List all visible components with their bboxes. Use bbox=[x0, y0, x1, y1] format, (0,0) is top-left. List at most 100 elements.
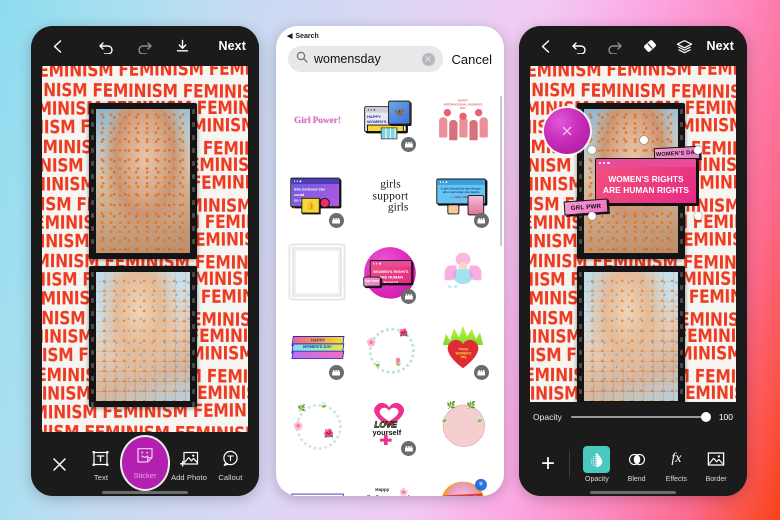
sticker-item-raised-fists[interactable]: HAPPY INTERNATIONAL WOMEN'S DAY bbox=[427, 84, 498, 156]
next-button[interactable]: Next bbox=[707, 39, 735, 53]
home-indicator bbox=[102, 491, 188, 494]
sprocket-hole bbox=[191, 272, 196, 277]
sticker-artwork: ≋ ≋ bbox=[442, 251, 482, 293]
undo-icon[interactable] bbox=[567, 33, 593, 59]
sticker-item-womens-day-window[interactable]: HAPPYWOMEN'S DAY #IWD 🦋 bbox=[355, 84, 426, 156]
sticker-crown-badge bbox=[401, 137, 417, 152]
sticker-item-shedidthat[interactable]: #SheDidThat bbox=[282, 464, 353, 496]
sticker-artwork: Girl Power! bbox=[293, 114, 341, 126]
tool-effects[interactable]: fx Effects bbox=[658, 446, 696, 483]
add-sticker-button[interactable]: + bbox=[531, 447, 565, 481]
sprocket-hole bbox=[90, 402, 95, 407]
undo-icon[interactable] bbox=[93, 33, 119, 59]
next-button[interactable]: Next bbox=[219, 39, 247, 53]
resize-handle-top-left[interactable] bbox=[588, 146, 596, 154]
opacity-slider[interactable] bbox=[570, 412, 711, 422]
sprocket-hole bbox=[578, 285, 583, 290]
sticker-item-floral-wreath-1[interactable]: 🌸 🌺 🌷 🍃 bbox=[355, 312, 426, 384]
sprocket-hole bbox=[578, 363, 583, 368]
divider bbox=[569, 451, 570, 477]
sticker-item-flaming-heart[interactable]: happy WOMEN'S day bbox=[427, 312, 498, 384]
tool-add-photo[interactable]: Add Photo bbox=[168, 446, 209, 482]
tool-opacity[interactable]: Opacity bbox=[578, 445, 616, 483]
resize-handle-bottom-right[interactable] bbox=[694, 212, 702, 220]
collage-canvas[interactable]: FEMINISM FEMINISM FEMINISM FEMINISM FEMI… bbox=[519, 66, 747, 402]
collage-canvas[interactable]: FEMINISM FEMINISM FEMINISM FEMINISM FEMI… bbox=[31, 66, 259, 432]
search-input[interactable]: womensday ✕ bbox=[288, 46, 443, 72]
resize-handle-bottom-left[interactable] bbox=[588, 212, 596, 220]
sticker-item-girls-support-girls[interactable]: girls support girls bbox=[355, 160, 426, 232]
scrollbar[interactable] bbox=[499, 96, 502, 246]
editor-topbar: Next bbox=[519, 26, 747, 66]
sticker-artwork: She believed she couldso she did 👍 ✦ bbox=[290, 176, 344, 216]
tool-callout[interactable]: Callout bbox=[210, 446, 251, 482]
back-icon[interactable] bbox=[532, 33, 558, 59]
photo-image-bottom bbox=[584, 272, 678, 401]
tool-label: Border bbox=[705, 475, 727, 483]
sticker-item-girl-power[interactable]: Girl Power! bbox=[282, 84, 353, 156]
sprocket-hole bbox=[679, 311, 684, 316]
phone-editor-collage: Next FEMINISM FEMINISM FEMINISM FEMINISM… bbox=[31, 26, 259, 496]
border-icon bbox=[703, 446, 730, 473]
sticker-artwork: Happy Women's 🌸 🌿 bbox=[366, 487, 414, 496]
sticker-item-pink-circle-leaves[interactable]: 🌿 🌿 🍃 🍃 bbox=[427, 388, 498, 460]
sticker-item-international-womens[interactable]: InternationalWomen's ✳ bbox=[427, 464, 498, 496]
sticker-artwork: LOVE yourself bbox=[367, 402, 413, 446]
collage-photo-bottom[interactable] bbox=[89, 266, 197, 407]
cancel-button[interactable]: Cancel bbox=[452, 52, 492, 67]
collage-photo-bottom[interactable] bbox=[577, 266, 685, 402]
sticker-artwork bbox=[288, 243, 346, 301]
tool-border[interactable]: Border bbox=[697, 446, 735, 483]
sticker-item-womens-day-rainbow[interactable]: HAPPY WOMEN'S DAY bbox=[282, 312, 353, 384]
sprocket-hole bbox=[191, 187, 196, 192]
tool-blend[interactable]: Blend bbox=[618, 446, 656, 483]
editor-topbar: Next bbox=[31, 26, 259, 66]
sprocket-hole bbox=[191, 148, 196, 153]
tool-label: Add Photo bbox=[171, 473, 207, 482]
clear-icon[interactable]: ✕ bbox=[421, 52, 435, 66]
sprocket-hole bbox=[679, 135, 684, 140]
sprocket-hole bbox=[679, 239, 684, 244]
status-back-link[interactable]: ◀ Search bbox=[287, 33, 493, 40]
sprocket-hole bbox=[90, 324, 95, 329]
placed-sticker-window[interactable]: WOMEN'S RIGHTS ARE HUMAN RIGHTS bbox=[595, 158, 697, 204]
home-indicator bbox=[590, 491, 676, 494]
tool-sticker[interactable]: Sticker bbox=[121, 437, 169, 489]
sprocket-hole bbox=[578, 187, 583, 192]
sticker-artwork: HAPPYWOMEN'S DAY #IWD 🦋 bbox=[364, 100, 416, 140]
sticker-item-lace-frame[interactable] bbox=[282, 236, 353, 308]
sprocket-hole bbox=[90, 122, 95, 127]
sprocket-hole bbox=[191, 135, 196, 140]
sticker-window-titlebar bbox=[596, 159, 696, 167]
download-icon[interactable] bbox=[169, 33, 195, 59]
sticker-title-line1: WOMEN'S RIGHTS bbox=[608, 174, 684, 184]
sticker-crown-badge bbox=[473, 365, 489, 380]
sticker-item-womens-rights-are-human-rights[interactable]: WOMEN'S RIGHTS ARE HUMAN RIGHTS GRL PWR bbox=[355, 236, 426, 308]
redo-icon[interactable] bbox=[131, 33, 157, 59]
sticker-item-she-believed[interactable]: She believed she couldso she did 👍 ✦ bbox=[282, 160, 353, 232]
sticker-crown-badge bbox=[401, 289, 417, 304]
sticker-item-happy-womens[interactable]: Happy Women's 🌸 🌿 bbox=[355, 464, 426, 496]
rotate-handle[interactable] bbox=[640, 136, 648, 144]
layers-icon[interactable] bbox=[672, 33, 698, 59]
close-button[interactable] bbox=[39, 452, 80, 476]
resize-handle-top-right[interactable] bbox=[694, 146, 702, 154]
opacity-slider-knob[interactable] bbox=[701, 412, 711, 422]
tool-text[interactable]: Text bbox=[80, 446, 121, 482]
sprocket-hole bbox=[191, 402, 196, 407]
sprocket-hole bbox=[90, 363, 95, 368]
sticker-item-fairy-girl[interactable]: ≋ ≋ bbox=[427, 236, 498, 308]
sprocket-hole bbox=[191, 350, 196, 355]
collage-photo-top[interactable] bbox=[89, 103, 197, 259]
sticker-item-girl-hands-window[interactable]: A girl should be two things: who and what… bbox=[427, 160, 498, 232]
sticker-item-love-yourself[interactable]: LOVE yourself bbox=[355, 388, 426, 460]
sticker-delete-button[interactable] bbox=[544, 108, 590, 154]
eraser-icon[interactable] bbox=[637, 33, 663, 59]
redo-icon[interactable] bbox=[602, 33, 628, 59]
sprocket-hole bbox=[90, 311, 95, 316]
sprocket-hole bbox=[578, 311, 583, 316]
back-icon[interactable] bbox=[44, 33, 70, 59]
sprocket-hole bbox=[578, 174, 583, 179]
sprocket-hole bbox=[191, 389, 196, 394]
sticker-item-floral-wreath-2[interactable]: 🌸 🌺 🍃 🌿 bbox=[282, 388, 353, 460]
